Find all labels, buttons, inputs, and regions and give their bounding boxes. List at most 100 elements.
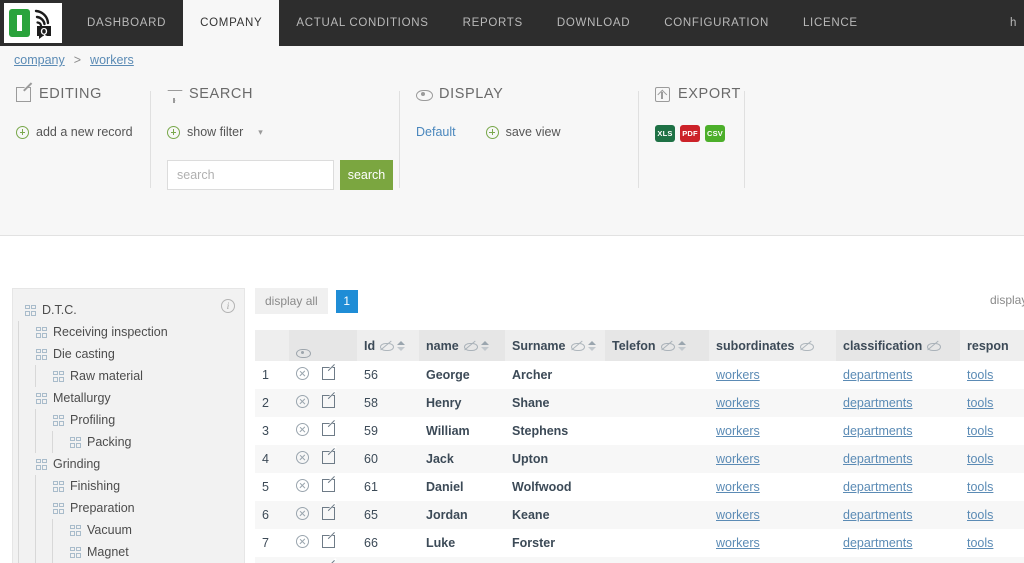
hide-column-icon[interactable]: [927, 340, 942, 352]
delete-row-icon[interactable]: [296, 395, 309, 408]
tree-node[interactable]: Metallurgy: [13, 387, 244, 409]
hide-column-icon[interactable]: [380, 340, 395, 352]
table-row[interactable]: 8 67TomHiggins workersdepartmentstools: [255, 557, 1024, 563]
responsible-link[interactable]: tools: [967, 508, 993, 522]
edit-row-icon[interactable]: [322, 507, 335, 520]
nav-item-download[interactable]: DOWNLOAD: [540, 0, 647, 46]
subordinates-link[interactable]: workers: [716, 368, 760, 382]
cell-name: Jack: [419, 445, 505, 473]
tree-node[interactable]: Magnet: [13, 541, 244, 563]
tree-node[interactable]: Die casting: [13, 343, 244, 365]
sort-surname-control[interactable]: [587, 340, 596, 351]
table-row[interactable]: 3 59 William Stephens workers departments tool…: [255, 417, 1024, 445]
hide-column-icon[interactable]: [799, 340, 814, 352]
tree-guides: [13, 475, 47, 497]
classification-link[interactable]: departments: [843, 396, 912, 410]
classification-link[interactable]: departments: [843, 424, 912, 438]
table-row[interactable]: 5 61 Daniel Wolfwood workers departments tools: [255, 473, 1024, 501]
nav-item-configuration[interactable]: CONFIGURATION: [647, 0, 786, 46]
responsible-link[interactable]: tools: [967, 396, 993, 410]
sort-id-control[interactable]: [397, 340, 406, 351]
responsible-link[interactable]: tools: [967, 480, 993, 494]
edit-row-icon[interactable]: [322, 423, 335, 436]
nav-item-reports[interactable]: REPORTS: [446, 0, 540, 46]
tree-node[interactable]: Profiling: [13, 409, 244, 431]
delete-row-icon[interactable]: [296, 535, 309, 548]
tree-guide-line: [47, 431, 64, 453]
export-xls-button[interactable]: XLS: [655, 125, 675, 142]
classification-link[interactable]: departments: [843, 508, 912, 522]
save-view-button[interactable]: save view: [485, 125, 561, 139]
classification-link[interactable]: departments: [843, 452, 912, 466]
delete-row-icon[interactable]: [296, 451, 309, 464]
search-input[interactable]: [167, 159, 334, 190]
responsible-link[interactable]: tools: [967, 536, 993, 550]
tree-node[interactable]: Vacuum: [13, 519, 244, 541]
subordinates-link[interactable]: workers: [716, 536, 760, 550]
tree-node[interactable]: Grinding: [13, 453, 244, 475]
panel-display-title: DISPLAY: [400, 86, 638, 102]
nav-item-actual-conditions[interactable]: ACTUAL CONDITIONS: [279, 0, 445, 46]
delete-row-icon[interactable]: [296, 367, 309, 380]
subordinates-link[interactable]: workers: [716, 480, 760, 494]
breadcrumb-company[interactable]: company: [14, 53, 65, 67]
classification-link[interactable]: departments: [843, 480, 912, 494]
hide-column-icon[interactable]: [463, 340, 478, 352]
export-csv-button[interactable]: CSV: [705, 125, 725, 142]
panel-search-label: SEARCH: [189, 86, 254, 102]
nav-item-licence[interactable]: LICENCE: [786, 0, 875, 46]
subordinates-link[interactable]: workers: [716, 396, 760, 410]
delete-row-icon[interactable]: [296, 507, 309, 520]
search-button[interactable]: search: [340, 159, 393, 190]
edit-row-icon[interactable]: [322, 479, 335, 492]
edit-row-icon[interactable]: [322, 451, 335, 464]
tree-node-label: Metallurgy: [53, 391, 111, 405]
sort-telefon-control[interactable]: [677, 340, 686, 351]
tree-guides: [13, 497, 47, 519]
export-pdf-button[interactable]: PDF: [680, 125, 700, 142]
subordinates-link[interactable]: workers: [716, 424, 760, 438]
tree-node[interactable]: Raw material: [13, 365, 244, 387]
edit-row-icon[interactable]: [322, 367, 335, 380]
table-row[interactable]: 2 58 Henry Shane workers departments tools: [255, 389, 1024, 417]
subordinates-link[interactable]: workers: [716, 508, 760, 522]
display-default-link[interactable]: Default: [416, 125, 456, 139]
show-filter-toggle[interactable]: show filter ▾: [167, 125, 263, 139]
add-new-record-button[interactable]: add a new record: [16, 125, 133, 139]
table-row[interactable]: 1 56 George Archer workers departments tools: [255, 361, 1024, 389]
cell-id: 61: [357, 473, 419, 501]
app-logo[interactable]: Q: [4, 3, 62, 43]
responsible-link[interactable]: tools: [967, 452, 993, 466]
subordinates-link[interactable]: workers: [716, 452, 760, 466]
table-row[interactable]: 6 65 Jordan Keane workers departments tools: [255, 501, 1024, 529]
table-row[interactable]: 7 66 Luke Forster workers departments tools: [255, 529, 1024, 557]
nav-item-dashboard[interactable]: DASHBOARD: [70, 0, 183, 46]
tree-node[interactable]: Finishing: [13, 475, 244, 497]
table-head: Id name Surname Telefon subordinates cla…: [255, 330, 1024, 361]
pagination-page-1[interactable]: 1: [335, 289, 358, 313]
edit-row-icon[interactable]: [322, 535, 335, 548]
tree-node[interactable]: D.T.C.: [13, 299, 244, 321]
delete-row-icon[interactable]: [296, 423, 309, 436]
hide-column-icon[interactable]: [570, 340, 585, 352]
panel-export: EXPORT XLS PDF CSV: [639, 74, 744, 192]
tree-guide-line: [13, 497, 30, 519]
display-all-button[interactable]: display all: [255, 288, 328, 314]
table-row[interactable]: 4 60 Jack Upton workers departments tools: [255, 445, 1024, 473]
hide-column-icon[interactable]: [660, 340, 675, 352]
responsible-link[interactable]: tools: [967, 368, 993, 382]
edit-row-icon[interactable]: [322, 395, 335, 408]
responsible-link[interactable]: tools: [967, 424, 993, 438]
tree-guides: [13, 453, 30, 475]
classification-link[interactable]: departments: [843, 536, 912, 550]
nav-user-menu[interactable]: h: [1010, 0, 1024, 46]
classification-link[interactable]: departments: [843, 368, 912, 382]
delete-row-icon[interactable]: [296, 479, 309, 492]
tree-node[interactable]: Packing: [13, 431, 244, 453]
nav-item-company[interactable]: COMPANY: [183, 0, 280, 46]
tree-node[interactable]: Preparation: [13, 497, 244, 519]
sort-name-control[interactable]: [480, 340, 489, 351]
tree-node[interactable]: Receiving inspection: [13, 321, 244, 343]
breadcrumb-workers[interactable]: workers: [90, 53, 134, 67]
panel-display-label: DISPLAY: [439, 86, 504, 102]
